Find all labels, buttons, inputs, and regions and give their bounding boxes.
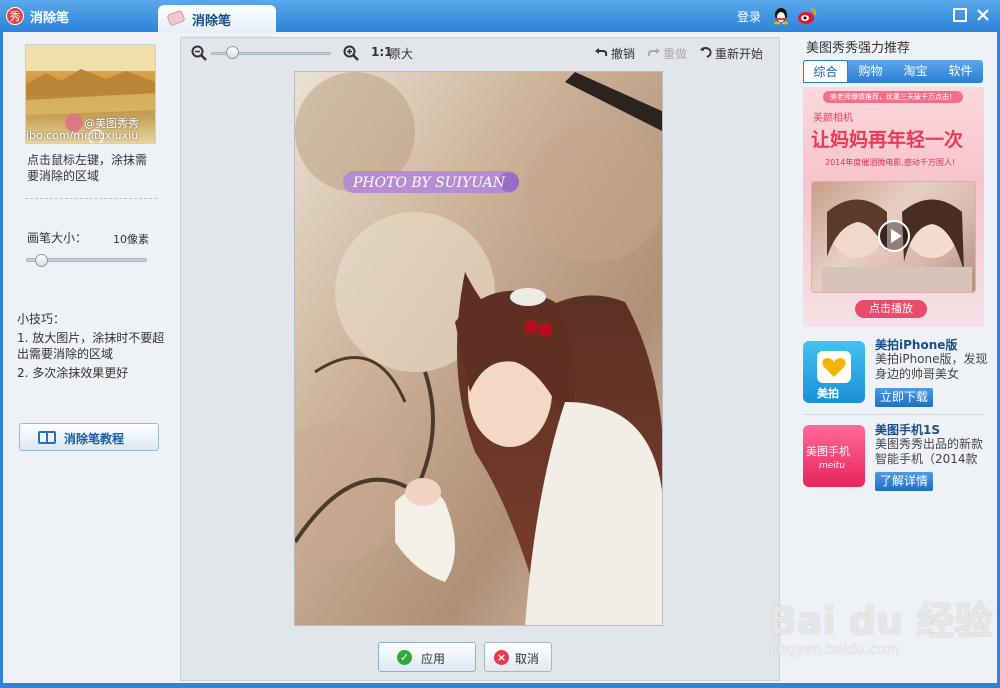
eraser-icon xyxy=(166,9,186,27)
cancel-button[interactable]: × 取消 xyxy=(484,642,552,672)
download-button[interactable]: 立即下载 xyxy=(875,388,933,407)
app-name[interactable]: 美图手机1S xyxy=(875,421,940,438)
tab-general[interactable]: 综合 xyxy=(803,60,848,83)
meipai-app-icon[interactable]: 美拍 xyxy=(803,341,865,403)
app-logo: 秀 xyxy=(6,7,24,25)
tab-eraser[interactable]: 消除笔 xyxy=(158,5,276,33)
learn-more-button[interactable]: 了解详情 xyxy=(875,472,933,491)
brush-size-value: 10像素 xyxy=(113,233,149,246)
cancel-label: 取消 xyxy=(515,652,540,666)
app-description: 美拍iPhone版，发现身边的帅哥美女 xyxy=(875,352,988,381)
ad-headline: 让妈妈再年轻一次 xyxy=(811,129,964,151)
redo-icon[interactable] xyxy=(647,45,661,59)
ad-banner[interactable]: 美老师爆情推荐，优惠三天破千万点击！ 美颜相机 让妈妈再年轻一次 2014年度催… xyxy=(803,87,984,327)
app-name[interactable]: 美拍iPhone版 xyxy=(875,336,957,353)
window-border xyxy=(0,683,1000,688)
tip-1: 1. 放大图片，涂抹时不要超 出需要消除的区域 xyxy=(17,331,177,361)
hint-text: 点击鼠标左键，涂抹需要消除的区域 xyxy=(27,153,148,183)
apply-label: 应用 xyxy=(421,652,446,666)
tab-taobao[interactable]: 淘宝 xyxy=(893,60,938,83)
tip-2: 2. 多次涂抹效果更好 xyxy=(17,366,129,380)
login-link[interactable]: 登录 xyxy=(737,8,761,25)
recommendation-title: 美图秀秀强力推荐 xyxy=(806,41,911,56)
check-icon: ✓ xyxy=(397,650,412,665)
maximize-icon[interactable] xyxy=(953,8,967,22)
zoom-slider-knob[interactable] xyxy=(225,46,239,59)
ad-brand: 美颜相机 xyxy=(813,113,853,124)
meitu-icon-logo: meitu xyxy=(819,461,846,471)
tab-software[interactable]: 软件 xyxy=(938,60,983,83)
left-panel: @美图秀秀 ibo.com/meituxiuxiu 点击鼠标左键，涂抹需要消除的… xyxy=(3,32,177,683)
ad-strip: 美老师爆情推荐，优惠三天破千万点击！ xyxy=(823,91,963,103)
thumbnail-caption: ibo.com/meituxiuxiu xyxy=(26,129,139,142)
editor-panel: 1:1 原大 撤销 重做 重新开始 PHOTO BY SUIYUAN ✓ 应用 … xyxy=(180,37,780,681)
meipai-icon-text: 美拍 xyxy=(817,387,839,400)
app-description: 美图秀秀出品的新款智能手机（2014款 xyxy=(875,437,984,466)
reset-icon[interactable] xyxy=(699,45,713,59)
meitu-icon-text: 美图手机 xyxy=(806,445,850,458)
preview-thumbnail: @美图秀秀 ibo.com/meituxiuxiu xyxy=(25,44,156,144)
title-bar: 秀 消除笔 消除笔 登录 xyxy=(0,0,1000,33)
reset-button[interactable]: 重新开始 xyxy=(715,45,763,62)
meitu-phone-icon[interactable]: 美图手机 meitu xyxy=(803,425,865,487)
brush-size-label: 画笔大小： xyxy=(27,231,88,245)
qq-icon[interactable] xyxy=(773,7,789,25)
tutorial-label: 消除笔教程 xyxy=(64,432,125,446)
divider xyxy=(25,198,157,199)
actual-size-button[interactable]: 原大 xyxy=(389,45,413,62)
ad-video[interactable] xyxy=(811,181,976,293)
eraser-tutorial-button[interactable]: 消除笔教程 xyxy=(19,423,159,451)
undo-button[interactable]: 撤销 xyxy=(611,45,635,62)
tab-shopping[interactable]: 购物 xyxy=(848,60,893,83)
redo-button[interactable]: 重做 xyxy=(663,45,687,62)
recommendation-panel: 美图秀秀强力推荐 综合 购物 淘宝 软件 美老师爆情推荐，优惠三天破千万点击！ … xyxy=(787,32,997,683)
tips-title: 小技巧： xyxy=(17,312,66,326)
image-canvas[interactable]: PHOTO BY SUIYUAN xyxy=(294,71,663,626)
play-icon[interactable] xyxy=(878,220,910,252)
baidu-watermark-url: jingyan.baidu.com xyxy=(770,642,900,658)
close-icon: × xyxy=(494,650,509,665)
photo: PHOTO BY SUIYUAN xyxy=(295,72,662,625)
tab-label: 消除笔 xyxy=(192,14,232,29)
ad-play-button[interactable]: 点击播放 xyxy=(855,300,927,318)
close-icon[interactable] xyxy=(976,8,990,22)
app-title: 消除笔 xyxy=(30,11,70,26)
divider xyxy=(803,414,984,415)
book-icon xyxy=(38,431,56,444)
zoom-in-icon[interactable] xyxy=(343,45,359,61)
photo-watermark-text: PHOTO BY SUIYUAN xyxy=(352,175,506,191)
baidu-watermark: Bai du 经验 xyxy=(768,599,993,643)
recommendation-tabs: 综合 购物 淘宝 软件 xyxy=(803,60,983,83)
weibo-icon[interactable] xyxy=(797,7,817,25)
brush-size-slider-knob[interactable] xyxy=(34,254,48,267)
zoom-out-icon[interactable] xyxy=(191,45,207,61)
undo-icon[interactable] xyxy=(594,45,608,59)
apply-button[interactable]: ✓ 应用 xyxy=(378,642,476,672)
ad-subtitle: 2014年度催泪微电影,感动千万国人! xyxy=(825,158,956,167)
